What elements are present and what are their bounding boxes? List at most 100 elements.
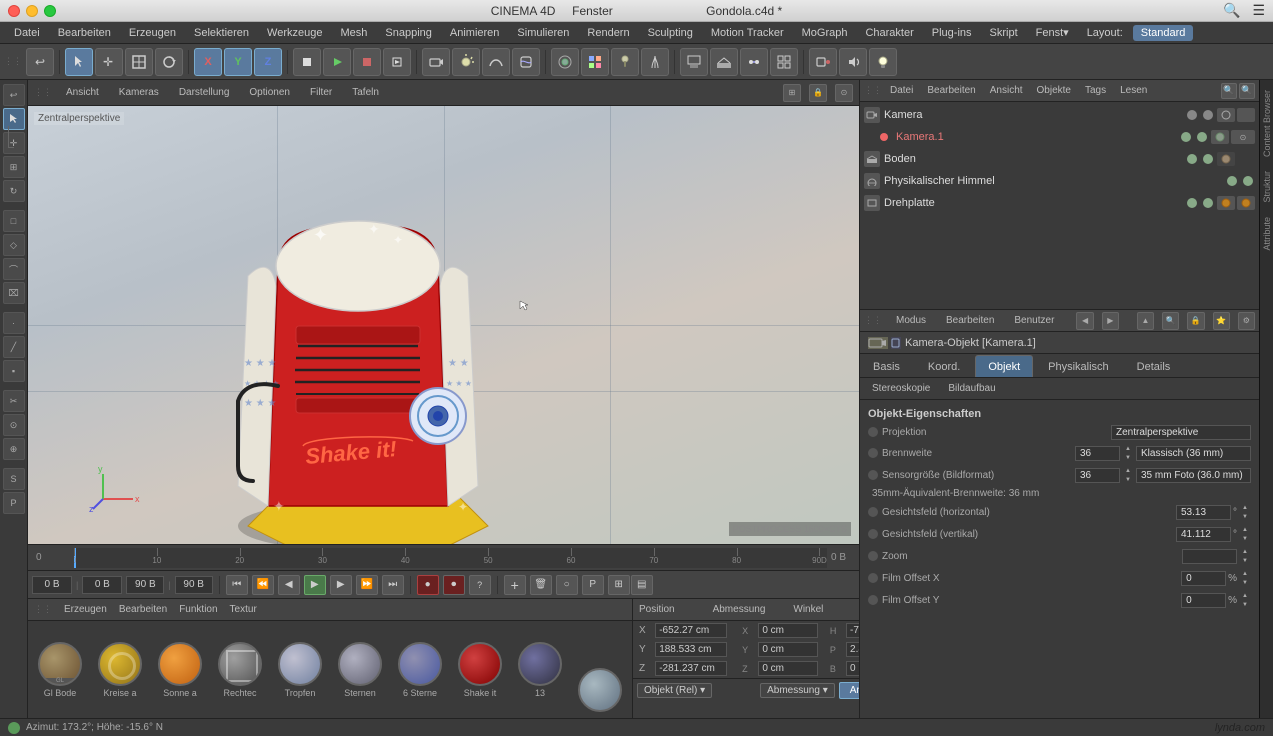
point-mode-btn[interactable]: · <box>3 312 25 334</box>
stop-btn[interactable] <box>353 48 381 76</box>
motion-btn[interactable] <box>740 48 768 76</box>
size-z-input[interactable] <box>758 661 818 676</box>
zoom-spin-up[interactable]: ▲ <box>1239 547 1251 556</box>
menu-mograph[interactable]: MoGraph <box>794 25 856 41</box>
menu-motion-tracker[interactable]: Motion Tracker <box>703 25 792 41</box>
material-item-sonne[interactable]: Sonne a <box>152 642 208 698</box>
record-auto-btn[interactable]: ⏺ <box>443 575 465 595</box>
record-help-btn[interactable]: ? <box>469 575 491 595</box>
menu-datei[interactable]: Datei <box>6 25 48 41</box>
deformer-btn[interactable] <box>512 48 540 76</box>
attr-fwd-btn[interactable]: ▶ <box>1102 312 1119 330</box>
kamera-tag-icon[interactable] <box>1217 108 1235 122</box>
obj-drehplatte-row[interactable]: Drehplatte <box>860 192 1259 214</box>
attr-cog-btn[interactable]: ⚙ <box>1238 312 1255 330</box>
key-mode-btn[interactable]: ○ <box>556 575 578 595</box>
x-axis-btn[interactable]: X <box>194 48 222 76</box>
gfv-input[interactable] <box>1176 527 1231 542</box>
coord-mode-dropdown[interactable]: Objekt (Rel) ▾ <box>637 683 712 698</box>
next-frame-btn[interactable]: ▶ <box>330 575 352 595</box>
obj-kamera-row[interactable]: Kamera <box>860 104 1259 126</box>
menu-simulieren[interactable]: Simulieren <box>509 25 577 41</box>
attr-benutzer-btn[interactable]: Benutzer <box>1008 314 1060 327</box>
brenn-spin-dn[interactable]: ▼ <box>1122 453 1134 462</box>
gfv-spin-dn[interactable]: ▼ <box>1239 534 1251 543</box>
attr-back-btn[interactable]: ◀ <box>1076 312 1093 330</box>
vp-optionen-btn[interactable]: Optionen <box>243 85 296 100</box>
brenn-type-input[interactable] <box>1136 446 1251 461</box>
drehplatte-vis-flag[interactable] <box>1185 196 1199 210</box>
spline-side-btn[interactable]: ⌒ <box>3 258 25 280</box>
obj-kamera1-row[interactable]: Kamera.1 ⊙ <box>860 126 1259 148</box>
material-item-13[interactable]: 13 <box>512 642 568 698</box>
tab-koord[interactable]: Koord. <box>915 355 973 377</box>
goto-end-btn[interactable]: ⏭ <box>382 575 404 595</box>
tab-strip-struktur[interactable]: Struktur <box>1262 167 1272 207</box>
z-axis-btn[interactable]: Z <box>254 48 282 76</box>
obj-ansicht-btn[interactable]: Ansicht <box>984 84 1029 97</box>
mat-textur-btn[interactable]: Textur <box>230 604 257 615</box>
gfh-input[interactable] <box>1176 505 1231 520</box>
material-item-6sterne[interactable]: 6 Sterne <box>392 642 448 698</box>
fox-spin-dn[interactable]: ▼ <box>1239 578 1251 587</box>
gfh-spin-up[interactable]: ▲ <box>1239 503 1251 512</box>
boden-vis-flag[interactable] <box>1185 152 1199 166</box>
menu-standard[interactable]: Standard <box>1133 25 1194 41</box>
next-key-btn[interactable]: ⏩ <box>356 575 378 595</box>
edge-mode-btn[interactable]: ╱ <box>3 336 25 358</box>
menu-snapping[interactable]: Snapping <box>377 25 440 41</box>
gfh-spin-dn[interactable]: ▼ <box>1239 512 1251 521</box>
sound-btn[interactable] <box>839 48 867 76</box>
drehplatte-mat-icon2[interactable] <box>1237 196 1255 210</box>
pos-y-input[interactable] <box>655 642 727 657</box>
mat-erzeugen-btn[interactable]: Erzeugen <box>64 604 107 615</box>
vp-layout-icon[interactable]: ⊞ <box>783 84 801 102</box>
vp-kameras-btn[interactable]: Kameras <box>113 85 165 100</box>
attr-star-btn[interactable]: ⭐ <box>1213 312 1230 330</box>
brenn-spin-up[interactable]: ▲ <box>1122 444 1134 453</box>
boden-mat-icon[interactable] <box>1217 152 1235 166</box>
brenn-num-input[interactable] <box>1075 446 1120 461</box>
undo-button[interactable]: ↩ <box>26 48 54 76</box>
abmessung-dropdown[interactable]: Abmessung ▾ <box>760 683 835 698</box>
kamera-vis-flag[interactable] <box>1185 108 1199 122</box>
select-tool[interactable] <box>65 48 93 76</box>
play-fwd-btn[interactable]: ▶ <box>304 575 326 595</box>
move-tool[interactable]: ✛ <box>95 48 123 76</box>
light-btn[interactable] <box>452 48 480 76</box>
rotate-side-btn[interactable]: ↻ <box>3 180 25 202</box>
attr-bearbeiten-btn[interactable]: Bearbeiten <box>940 314 1000 327</box>
kamera1-render-flag[interactable] <box>1195 130 1209 144</box>
loop-side-btn[interactable]: ⊙ <box>3 414 25 436</box>
play-btn[interactable] <box>323 48 351 76</box>
menu-plug-ins[interactable]: Plug-ins <box>924 25 980 41</box>
tab-details[interactable]: Details <box>1124 355 1184 377</box>
obj-tags-btn[interactable]: Tags <box>1079 84 1112 97</box>
menu-charakter[interactable]: Charakter <box>857 25 921 41</box>
menu-erzeugen[interactable]: Erzeugen <box>121 25 184 41</box>
material-item-rechtec[interactable]: Rechtec <box>212 642 268 698</box>
vp-darstellung-btn[interactable]: Darstellung <box>173 85 236 100</box>
obj-objekte-btn[interactable]: Objekte <box>1031 84 1077 97</box>
grid-btn[interactable] <box>770 48 798 76</box>
zoom-spin-dn[interactable]: ▼ <box>1239 556 1251 565</box>
material-item-kreise[interactable]: Kreise a <box>92 642 148 698</box>
record-cam-btn[interactable] <box>809 48 837 76</box>
sensor-type-input[interactable] <box>1136 468 1251 483</box>
material-item-tropfen[interactable]: Tropfen <box>272 642 328 698</box>
vp-tafeln-btn[interactable]: Tafeln <box>346 85 385 100</box>
himmel-render-flag[interactable] <box>1241 174 1255 188</box>
sensor-spin-dn[interactable]: ▼ <box>1122 475 1134 484</box>
obj-search-icon[interactable]: 🔍 <box>1221 83 1237 99</box>
obj-datei-btn[interactable]: Datei <box>884 84 919 97</box>
sculpt-side-btn[interactable]: S <box>3 468 25 490</box>
kamera1-sphere-icon[interactable] <box>1211 130 1229 144</box>
kamera1-tag-btn[interactable]: ⊙ <box>1231 130 1255 144</box>
record-key-btn[interactable]: ● <box>417 575 439 595</box>
brush-side-btn[interactable]: ⊕ <box>3 438 25 460</box>
extra-btn1[interactable]: ⊞ <box>608 575 630 595</box>
menu-fenst[interactable]: Fenst▾ <box>1028 24 1077 41</box>
maximize-button[interactable] <box>44 5 56 17</box>
kamera-extra-icon[interactable] <box>1237 108 1255 122</box>
3d-viewport[interactable]: Zentralperspektive ★ ★ <box>28 106 859 544</box>
